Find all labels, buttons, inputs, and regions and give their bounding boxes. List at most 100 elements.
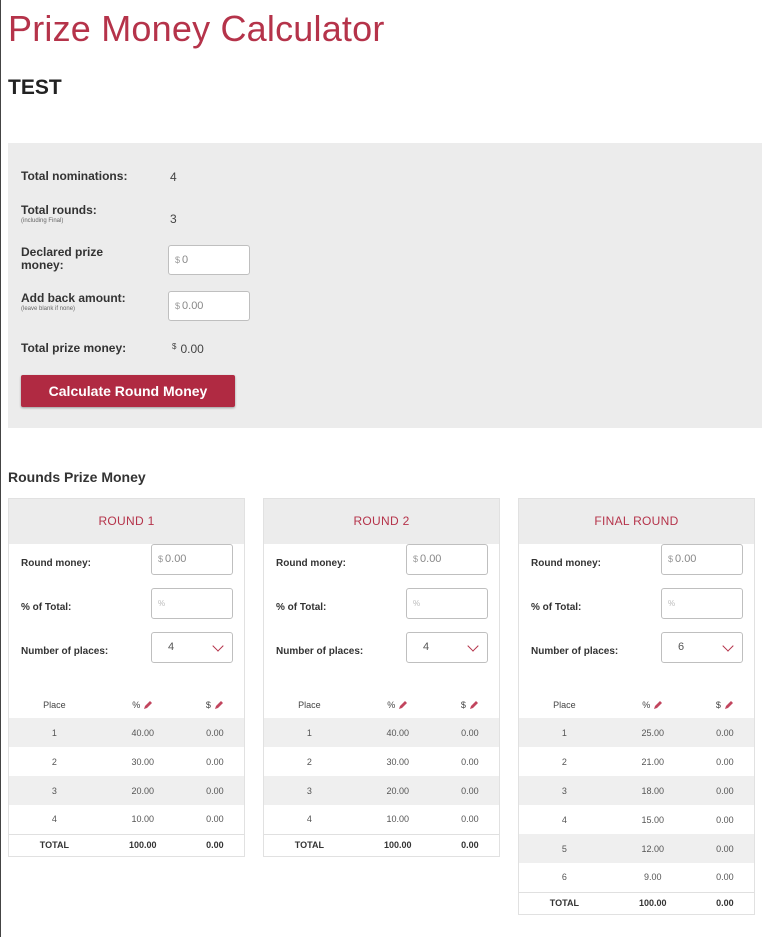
col-dollar-label: $ xyxy=(460,699,466,710)
declared-prize-input[interactable]: $0 xyxy=(168,245,250,275)
place-cell: 4 xyxy=(306,814,312,825)
round-money-value: 0.00 xyxy=(165,553,187,565)
amount-cell: 0.00 xyxy=(716,814,734,825)
place-cell: 2 xyxy=(51,756,57,767)
chevron-down-icon xyxy=(212,640,224,652)
pencil-icon[interactable] xyxy=(214,700,224,710)
pct-cell: 12.00 xyxy=(609,834,696,863)
table-header-row: Place % $ xyxy=(519,692,754,718)
col-pct-header: % xyxy=(355,692,441,718)
place-cell: 4 xyxy=(561,814,567,825)
table-row: 4 10.00 0.00 xyxy=(9,805,244,834)
col-pct-label: % xyxy=(387,699,396,710)
total-label: TOTAL xyxy=(264,833,355,856)
num-places-select[interactable]: 6 xyxy=(661,632,743,663)
place-cell: 1 xyxy=(519,718,610,747)
pct-total-row: % of Total: % xyxy=(264,588,499,632)
pct-cell: 10.00 xyxy=(386,814,409,825)
calculate-round-money-button[interactable]: Calculate Round Money xyxy=(21,375,235,407)
pct-cell: 30.00 xyxy=(131,756,154,767)
round-money-row: Round money: $0.00 xyxy=(519,544,754,588)
chevron-down-icon xyxy=(722,640,734,652)
round-card: FINAL ROUND Round money: $0.00 % of Tota… xyxy=(518,498,755,915)
amount-cell: 0.00 xyxy=(461,756,479,767)
round-header: FINAL ROUND xyxy=(519,499,754,544)
pct-cell: 40.00 xyxy=(99,718,186,747)
pencil-icon[interactable] xyxy=(469,700,479,710)
col-dollar-label: $ xyxy=(715,699,721,710)
num-places-row: Number of places: 4 xyxy=(9,632,244,676)
pct-placeholder: % xyxy=(158,599,166,608)
total-rounds-sublabel: (including Final) xyxy=(21,218,64,224)
pct-total-input[interactable]: % xyxy=(151,588,233,619)
total-pct: 100.00 xyxy=(99,833,186,856)
round-money-label: Round money: xyxy=(276,558,346,569)
pencil-icon[interactable] xyxy=(143,700,153,710)
amount-cell: 0.00 xyxy=(185,718,244,747)
pct-total-input[interactable]: % xyxy=(406,588,488,619)
place-cell: 2 xyxy=(306,756,312,767)
add-back-label: Add back amount: (leave blank if none) xyxy=(21,292,126,313)
summary-panel: Total nominations: 4 Total rounds: (incl… xyxy=(8,143,762,428)
add-back-value: 0.00 xyxy=(182,300,204,312)
add-back-label-text: Add back amount: xyxy=(21,291,126,305)
add-back-input[interactable]: $0.00 xyxy=(168,291,250,321)
round-money-label: Round money: xyxy=(21,558,91,569)
chevron-down-icon xyxy=(467,640,479,652)
pencil-icon[interactable] xyxy=(653,700,663,710)
amount-cell: 0.00 xyxy=(716,756,734,767)
places-table: Place % $ 1 40.00 0.00 2 30.00 0.00 3 20… xyxy=(264,692,499,856)
total-label: TOTAL xyxy=(9,833,100,856)
num-places-select[interactable]: 4 xyxy=(406,632,488,663)
col-place-header: Place xyxy=(43,700,66,710)
total-amount: 0.00 xyxy=(695,891,754,914)
round-money-input[interactable]: $0.00 xyxy=(661,544,743,575)
pct-cell: 20.00 xyxy=(99,776,186,805)
pct-total-label: % of Total: xyxy=(276,602,327,613)
pencil-icon[interactable] xyxy=(398,700,408,710)
currency-symbol: $ xyxy=(175,255,181,265)
amount-cell: 0.00 xyxy=(185,776,244,805)
round-money-input[interactable]: $0.00 xyxy=(151,544,233,575)
event-name: TEST xyxy=(8,76,62,99)
num-places-label: Number of places: xyxy=(276,646,364,657)
pct-total-input[interactable]: % xyxy=(661,588,743,619)
total-row: TOTAL 100.00 0.00 xyxy=(9,833,244,856)
pct-total-row: % of Total: % xyxy=(519,588,754,632)
table-row: 1 40.00 0.00 xyxy=(264,718,499,747)
round-money-label: Round money: xyxy=(531,558,601,569)
table-row: 6 9.00 0.00 xyxy=(519,863,754,892)
pct-placeholder: % xyxy=(413,599,421,608)
table-row: 4 10.00 0.00 xyxy=(264,805,499,834)
place-cell: 4 xyxy=(51,814,57,825)
table-header-row: Place % $ xyxy=(9,692,244,718)
round-money-input[interactable]: $0.00 xyxy=(406,544,488,575)
currency-symbol: $ xyxy=(158,554,164,564)
amount-cell: 0.00 xyxy=(695,834,754,863)
table-row: 3 20.00 0.00 xyxy=(9,776,244,805)
num-places-row: Number of places: 4 xyxy=(264,632,499,676)
round-money-row: Round money: $0.00 xyxy=(264,544,499,588)
num-places-select[interactable]: 4 xyxy=(151,632,233,663)
num-places-row: Number of places: 6 xyxy=(519,632,754,676)
pct-cell: 15.00 xyxy=(641,814,664,825)
amount-cell: 0.00 xyxy=(461,814,479,825)
currency-symbol: $ xyxy=(668,554,674,564)
pct-cell: 9.00 xyxy=(643,872,662,883)
col-place-header: Place xyxy=(298,700,321,710)
col-pct-header: % xyxy=(610,692,696,718)
total-prize-money: $0.00 xyxy=(172,342,204,356)
total-prize-label: Total prize money: xyxy=(21,341,127,355)
total-amount: 0.00 xyxy=(185,833,244,856)
round-card: ROUND 1 Round money: $0.00 % of Total: %… xyxy=(8,498,245,857)
total-nominations-value: 4 xyxy=(170,170,177,184)
table-row: 1 40.00 0.00 xyxy=(9,718,244,747)
round-card: ROUND 2 Round money: $0.00 % of Total: %… xyxy=(263,498,500,857)
pct-cell: 10.00 xyxy=(131,814,154,825)
table-row: 4 15.00 0.00 xyxy=(519,805,754,834)
amount-cell: 0.00 xyxy=(716,872,734,883)
pencil-icon[interactable] xyxy=(724,700,734,710)
pct-cell: 30.00 xyxy=(386,756,409,767)
col-dollar-header: $ xyxy=(441,692,499,718)
currency-symbol: $ xyxy=(172,342,177,351)
